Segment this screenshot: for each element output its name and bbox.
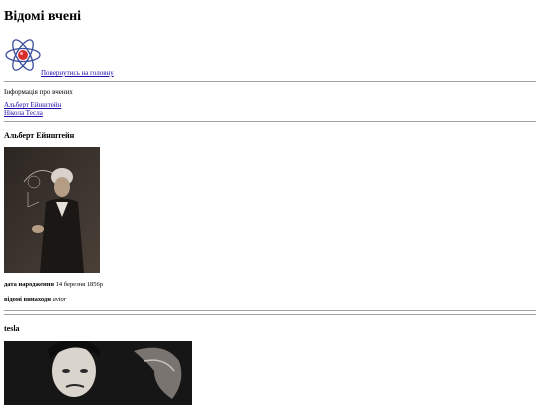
scientist-heading-tesla: tesla (4, 324, 20, 333)
birth-label: дата народження (4, 281, 54, 288)
einstein-photo (4, 147, 100, 273)
fact-birth: дата народження 14 березня 1856р (4, 281, 103, 288)
tesla-photo (4, 341, 192, 405)
nav-link-tesla[interactable]: Нікола Тесла (4, 109, 61, 117)
birth-value: 14 березня 1856р (55, 281, 103, 288)
divider (4, 121, 536, 122)
home-link[interactable]: Повернутись на головну (41, 69, 114, 77)
inventions-label: відомі винаходи (4, 296, 51, 303)
divider (4, 310, 536, 311)
scientist-nav: Альберт Ейнштейн Нікола Тесла (4, 101, 61, 117)
divider (4, 314, 536, 315)
divider (4, 81, 536, 82)
inventions-value: avtor (52, 296, 67, 303)
info-text: Інформація про вчених (4, 88, 73, 96)
nav-link-einstein[interactable]: Альберт Ейнштейн (4, 101, 61, 109)
scientist-heading-einstein: Альберт Ейнштейн (4, 131, 75, 140)
page-title: Відомі вчені (4, 9, 82, 24)
fact-inventions: відомі винаходи avtor (4, 296, 66, 303)
atom-icon (5, 39, 41, 71)
